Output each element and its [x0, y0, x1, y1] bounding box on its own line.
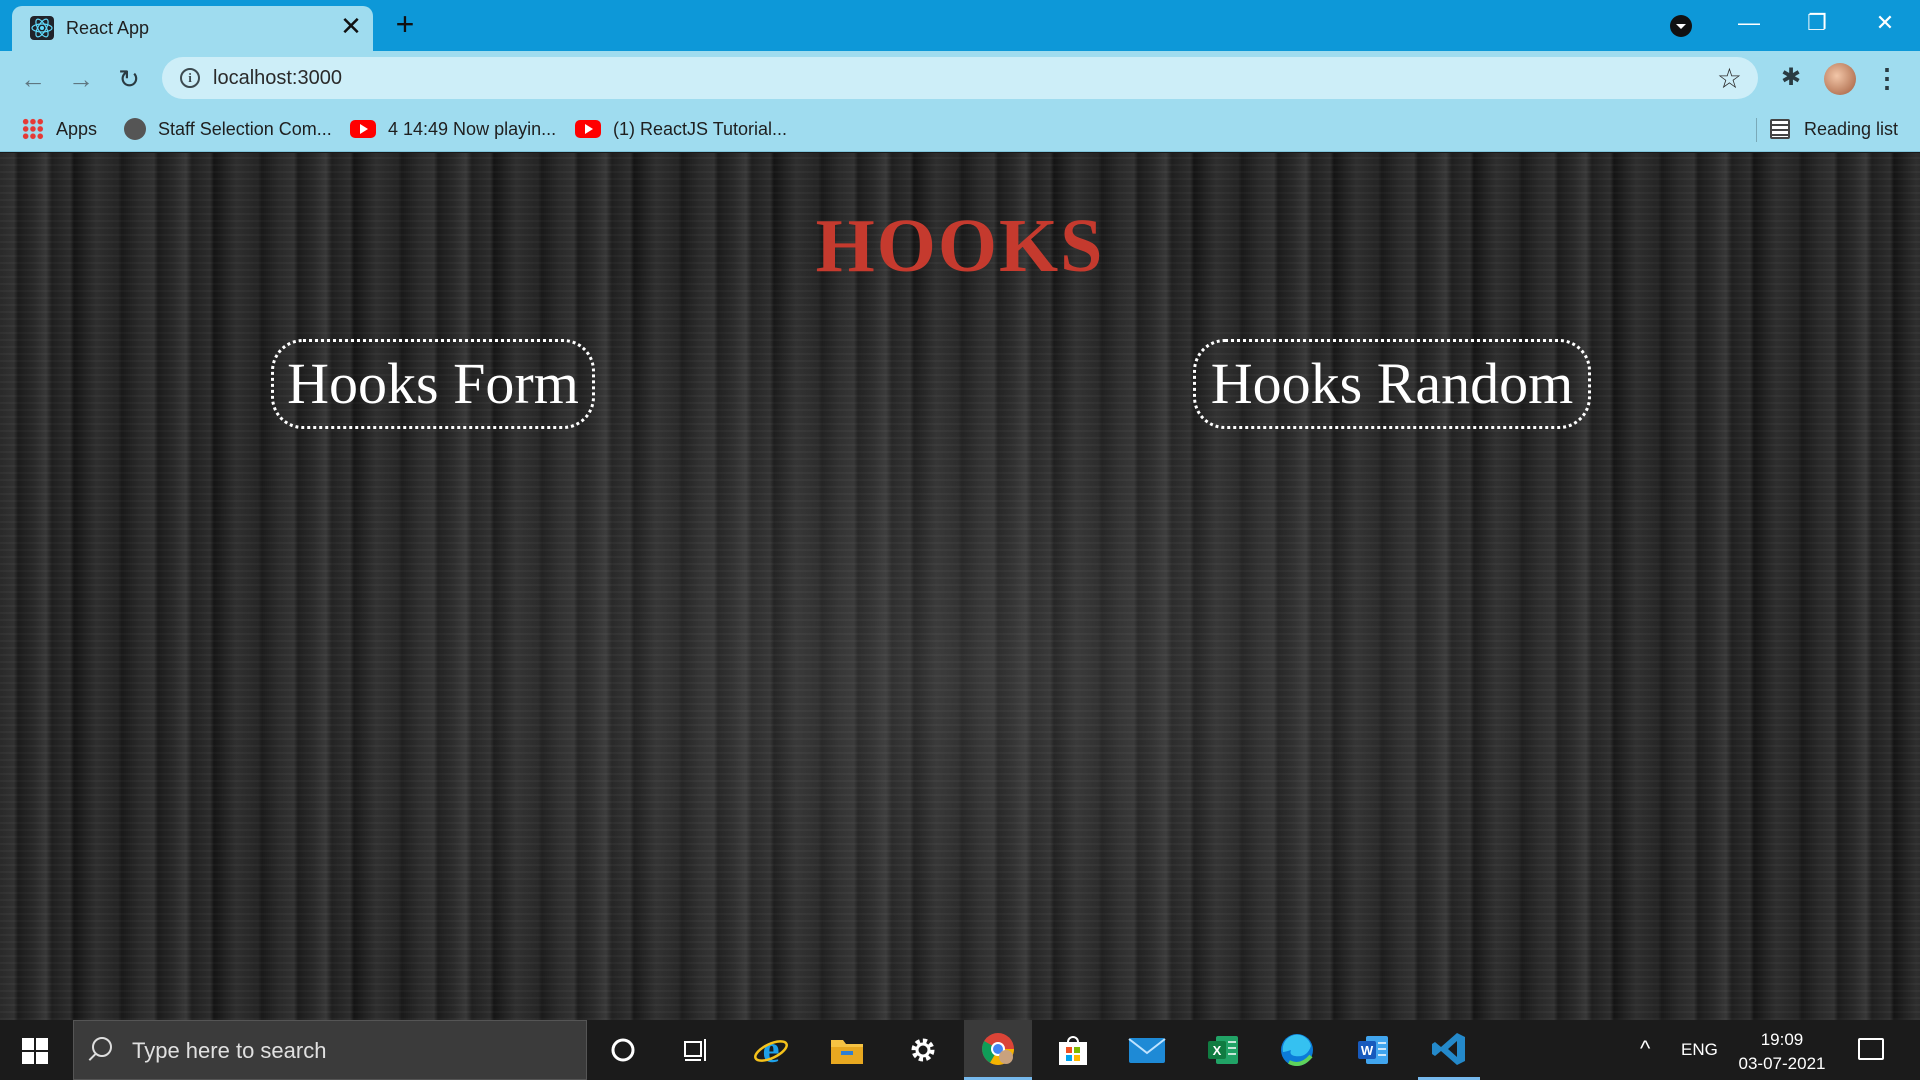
tray-date: 03-07-2021: [1738, 1054, 1826, 1073]
chrome-icon[interactable]: [964, 1020, 1032, 1080]
hooks-form-link[interactable]: Hooks Form: [271, 339, 595, 429]
browser-toolbar: ← → ↻ i localhost:3000 ☆ ✱ ⋮: [0, 51, 1920, 106]
hooks-random-link[interactable]: Hooks Random: [1193, 339, 1591, 429]
settings-gear-icon[interactable]: [892, 1020, 954, 1080]
reload-button[interactable]: ↻: [114, 64, 144, 94]
internet-explorer-icon[interactable]: e: [740, 1020, 802, 1080]
taskbar-search-placeholder: Type here to search: [132, 1038, 327, 1063]
restore-button[interactable]: ❐: [1794, 8, 1840, 38]
tray-language[interactable]: ENG: [1681, 1040, 1718, 1060]
close-window-button[interactable]: ✕: [1862, 8, 1908, 38]
react-favicon-icon: [30, 16, 54, 40]
reading-list-label: Reading list: [1804, 118, 1899, 139]
microsoft-store-icon[interactable]: [1042, 1020, 1104, 1080]
minimize-button[interactable]: —: [1726, 8, 1772, 38]
excel-icon[interactable]: X: [1192, 1020, 1254, 1080]
notifications-icon[interactable]: [1858, 1038, 1884, 1060]
bookmark-label: Staff Selection Com...: [158, 118, 332, 139]
edge-icon[interactable]: [1266, 1020, 1328, 1080]
youtube-icon: [350, 120, 376, 138]
browser-menu-icon[interactable]: ⋮: [1874, 63, 1900, 93]
bookmarks-divider: [1756, 118, 1757, 142]
bookmark-label: Apps: [56, 118, 98, 139]
address-bar[interactable]: i localhost:3000 ☆: [162, 57, 1758, 99]
bookmarks-bar: Apps Staff Selection Com... 4 14:49 Now …: [0, 106, 1920, 152]
bookmark-apps[interactable]: Apps: [22, 116, 97, 142]
cortana-icon[interactable]: [592, 1020, 654, 1080]
bookmark-reactjs-tutorial[interactable]: (1) ReactJS Tutorial...: [575, 116, 787, 142]
forward-button[interactable]: →: [66, 64, 96, 94]
bookmark-star-icon[interactable]: ☆: [1717, 62, 1742, 95]
bookmark-label: (1) ReactJS Tutorial...: [613, 118, 788, 139]
windows-start-icon[interactable]: [22, 1038, 48, 1064]
back-button[interactable]: ←: [18, 64, 48, 94]
svg-text:X: X: [1213, 1043, 1222, 1058]
search-icon: [92, 1037, 112, 1057]
new-tab-button[interactable]: +: [390, 8, 420, 40]
site-info-icon[interactable]: i: [180, 68, 200, 88]
tab-title: React App: [66, 18, 150, 38]
tray-time: 19:09: [1760, 1030, 1804, 1049]
bookmark-staff-selection[interactable]: Staff Selection Com...: [124, 116, 332, 142]
file-explorer-icon[interactable]: [816, 1020, 878, 1080]
page-title: HOOKS: [815, 204, 1105, 288]
task-view-icon[interactable]: [665, 1020, 727, 1080]
extensions-puzzle-icon[interactable]: ✱: [1776, 63, 1806, 93]
mail-icon[interactable]: [1116, 1020, 1178, 1080]
tray-overflow-chevron-icon[interactable]: ^: [1640, 1036, 1650, 1062]
svg-text:W: W: [1361, 1043, 1374, 1058]
bookmark-label: 4 14:49 Now playin...: [388, 118, 557, 139]
vscode-icon[interactable]: [1418, 1020, 1480, 1080]
browser-tab-strip: React App ✕ + — ❐ ✕: [0, 0, 1920, 51]
reading-list-button[interactable]: Reading list: [1770, 116, 1898, 142]
page-viewport: HOOKS Hooks Form Hooks Random: [0, 153, 1920, 1020]
tab-close-icon[interactable]: ✕: [338, 13, 364, 39]
url-text[interactable]: localhost:3000: [213, 67, 342, 90]
tab-react-app[interactable]: React App ✕: [12, 6, 373, 51]
taskbar-search-box[interactable]: Type here to search: [73, 1020, 587, 1080]
youtube-icon: [575, 120, 601, 138]
globe-icon: [124, 118, 146, 140]
svg-text:e: e: [763, 1031, 780, 1069]
tab-search-icon[interactable]: [1670, 15, 1692, 37]
reading-list-icon: [1770, 119, 1790, 139]
word-icon[interactable]: W: [1342, 1020, 1404, 1080]
apps-grid-icon: [22, 118, 44, 140]
bookmark-youtube-now-playing[interactable]: 4 14:49 Now playin...: [350, 116, 556, 142]
profile-avatar[interactable]: [1824, 63, 1856, 95]
tray-clock[interactable]: 19:09 03-07-2021: [1736, 1028, 1828, 1076]
windows-taskbar: Type here to search e X W ^ ENG 19:09 03…: [0, 1020, 1920, 1080]
